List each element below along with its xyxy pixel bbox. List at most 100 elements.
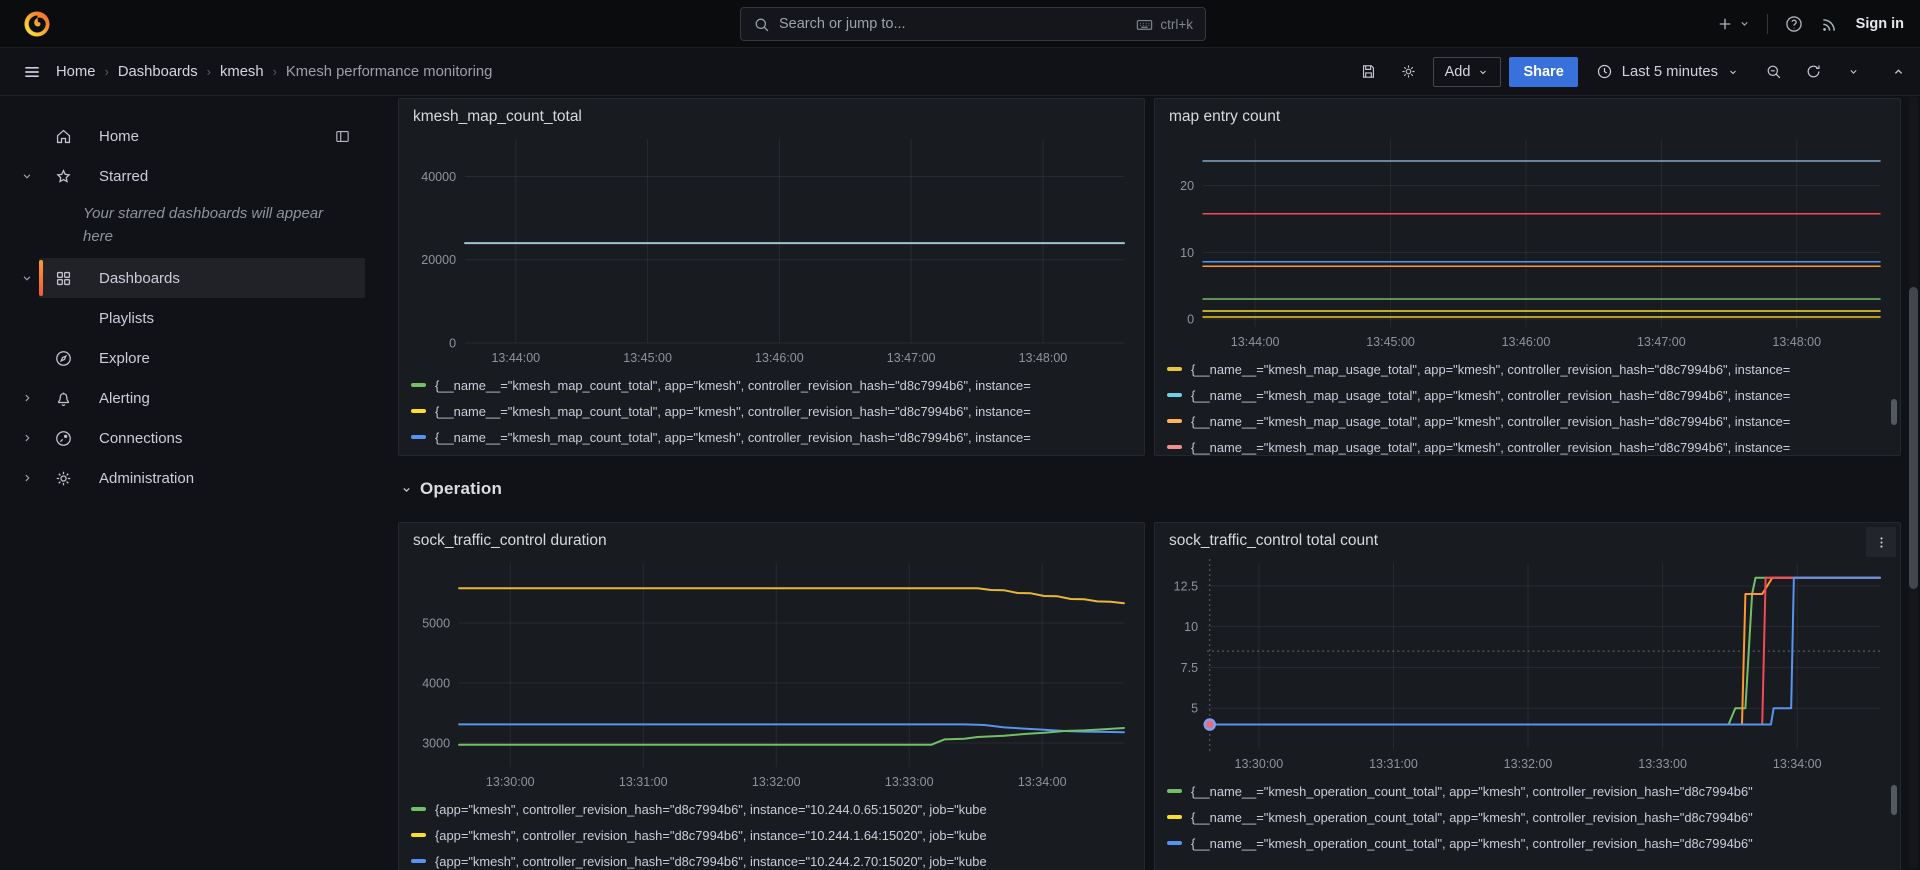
legend-row[interactable]: {app="kmesh", controller_revision_hash="… bbox=[411, 822, 1132, 848]
sidebar-item-connections[interactable]: Connections bbox=[0, 418, 376, 458]
svg-text:13:31:00: 13:31:00 bbox=[1369, 757, 1418, 771]
sidebar-item-home[interactable]: Home bbox=[0, 116, 376, 156]
section-title: Operation bbox=[420, 479, 502, 499]
sidebar-item-explore[interactable]: Explore bbox=[0, 338, 376, 378]
legend-series-marker bbox=[411, 435, 426, 439]
sidebar-item-surface[interactable]: Connections bbox=[39, 418, 365, 458]
chevron-up-icon[interactable] bbox=[1891, 64, 1906, 79]
svg-text:0: 0 bbox=[1187, 313, 1194, 327]
legend-series-marker bbox=[411, 859, 426, 863]
clock-icon bbox=[1596, 63, 1613, 80]
svg-text:10: 10 bbox=[1180, 246, 1194, 260]
breadcrumb-dashboards[interactable]: Dashboards bbox=[118, 64, 198, 80]
menu-icon[interactable] bbox=[22, 62, 42, 82]
legend-row[interactable]: {__name__="kmesh_map_usage_total", app="… bbox=[1167, 408, 1888, 434]
panel-sock-traffic-control-duration: sock_traffic_control duration 13:30:0013… bbox=[398, 522, 1145, 870]
svg-text:20000: 20000 bbox=[421, 253, 456, 267]
dashboard-settings-button[interactable] bbox=[1393, 57, 1425, 87]
share-button[interactable]: Share bbox=[1509, 57, 1577, 87]
legend-row[interactable]: {__name__="kmesh_map_count_total", app="… bbox=[411, 372, 1132, 398]
sidebar-item-surface[interactable]: Playlists bbox=[39, 298, 365, 338]
rss-icon[interactable] bbox=[1820, 14, 1840, 34]
grafana-logo[interactable] bbox=[22, 9, 52, 39]
legend-series-label: {__name__="kmesh_map_count_total", app="… bbox=[435, 430, 1031, 445]
svg-text:7.5: 7.5 bbox=[1181, 661, 1198, 675]
sidebar-item-label: Administration bbox=[99, 470, 194, 487]
sidebar-item-dashboards[interactable]: Dashboards bbox=[0, 258, 376, 298]
page-scrollbar-thumb[interactable] bbox=[1909, 287, 1918, 589]
chevron-right-icon[interactable] bbox=[14, 391, 39, 405]
breadcrumb-folder[interactable]: kmesh bbox=[220, 64, 264, 80]
sidebar-item-surface[interactable]: Explore bbox=[39, 338, 365, 378]
sidebar-item-label: Dashboards bbox=[99, 270, 180, 287]
dock-panel-icon[interactable] bbox=[334, 128, 351, 145]
legend-row[interactable]: {__name__="kmesh_operation_count_total",… bbox=[1167, 778, 1888, 804]
svg-text:3000: 3000 bbox=[422, 737, 450, 751]
legend-series-label: {__name__="kmesh_map_usage_total", app="… bbox=[1191, 414, 1790, 429]
legend-row[interactable]: {__name__="kmesh_operation_count_total",… bbox=[1167, 804, 1888, 830]
legend-series-marker bbox=[411, 833, 426, 837]
breadcrumb-separator: › bbox=[273, 64, 277, 79]
sidebar-item-playlists[interactable]: Playlists bbox=[0, 298, 376, 338]
sidebar-nav: HomeStarredYour starred dashboards will … bbox=[0, 96, 376, 870]
timeseries-chart[interactable]: 13:30:0013:31:0013:32:0013:33:0013:34:00… bbox=[411, 553, 1132, 793]
breadcrumb-home[interactable]: Home bbox=[56, 64, 95, 80]
panel-title[interactable]: sock_traffic_control total count bbox=[1169, 532, 1888, 550]
new-button[interactable] bbox=[1716, 15, 1751, 33]
legend-series-label: {__name__="kmesh_map_count_total", app="… bbox=[435, 378, 1031, 393]
time-range-picker[interactable]: Last 5 minutes bbox=[1586, 57, 1749, 87]
sidebar-item-surface[interactable]: Administration bbox=[39, 458, 365, 498]
kebab-icon bbox=[1874, 535, 1889, 550]
timeseries-chart[interactable]: 13:30:0013:31:0013:32:0013:33:0013:34:00… bbox=[1167, 553, 1888, 775]
legend-row[interactable]: {app="kmesh", controller_revision_hash="… bbox=[411, 796, 1132, 822]
chevron-right-icon[interactable] bbox=[14, 471, 39, 485]
panel-title[interactable]: kmesh_map_count_total bbox=[413, 108, 1132, 126]
breadcrumb-current: Kmesh performance monitoring bbox=[286, 64, 492, 80]
sidebar-item-surface[interactable]: Alerting bbox=[39, 378, 365, 418]
sidebar-item-administration[interactable]: Administration bbox=[0, 458, 376, 498]
panel-menu-button[interactable] bbox=[1866, 527, 1896, 557]
legend-scrollbar[interactable] bbox=[1891, 785, 1897, 815]
legend-scrollbar[interactable] bbox=[1891, 399, 1897, 425]
home-icon bbox=[52, 127, 74, 146]
zoom-out-time-button[interactable] bbox=[1757, 57, 1789, 87]
plus-icon bbox=[1716, 15, 1734, 33]
chevron-down-icon[interactable] bbox=[14, 169, 39, 183]
top-header: ctrl+k Sign in bbox=[0, 0, 1920, 48]
legend-row[interactable]: {__name__="kmesh_map_count_total", app="… bbox=[411, 424, 1132, 450]
svg-text:12.5: 12.5 bbox=[1174, 579, 1198, 593]
panel-title[interactable]: map entry count bbox=[1169, 108, 1888, 126]
help-icon[interactable] bbox=[1784, 14, 1804, 34]
panel-title[interactable]: sock_traffic_control duration bbox=[413, 532, 1132, 550]
panel-sock-traffic-control-total-count: sock_traffic_control total count 13:30:0… bbox=[1154, 522, 1901, 870]
search-input[interactable] bbox=[779, 16, 1126, 32]
plug-icon bbox=[52, 429, 74, 448]
sidebar-item-surface[interactable]: Home bbox=[39, 116, 365, 156]
legend-series-marker bbox=[1167, 815, 1182, 819]
chevron-down-icon[interactable] bbox=[14, 271, 39, 285]
add-button[interactable]: Add bbox=[1433, 57, 1502, 87]
legend-row[interactable]: {__name__="kmesh_map_count_total", app="… bbox=[411, 398, 1132, 424]
sign-in-button[interactable]: Sign in bbox=[1856, 16, 1904, 32]
sidebar-item-starred[interactable]: Starred bbox=[0, 156, 376, 196]
legend-row[interactable]: {__name__="kmesh_map_usage_total", app="… bbox=[1167, 382, 1888, 408]
refresh-button[interactable] bbox=[1797, 57, 1829, 87]
chevron-right-icon[interactable] bbox=[14, 431, 39, 445]
sidebar-item-surface[interactable]: Starred bbox=[39, 156, 365, 196]
global-search[interactable]: ctrl+k bbox=[740, 7, 1206, 41]
legend-row[interactable]: {__name__="kmesh_operation_count_total",… bbox=[1167, 830, 1888, 856]
sidebar-item-alerting[interactable]: Alerting bbox=[0, 378, 376, 418]
panel-map-entry-count: map entry count 13:44:0013:45:0013:46:00… bbox=[1154, 98, 1901, 456]
breadcrumb-separator: › bbox=[207, 64, 211, 79]
svg-text:13:31:00: 13:31:00 bbox=[619, 775, 668, 789]
timeseries-chart[interactable]: 13:44:0013:45:0013:46:0013:47:0013:48:00… bbox=[411, 129, 1132, 369]
legend-row[interactable]: {app="kmesh", controller_revision_hash="… bbox=[411, 848, 1132, 870]
sidebar-item-surface[interactable]: Dashboards bbox=[39, 258, 365, 298]
section-row-operation[interactable]: Operation bbox=[400, 475, 1901, 503]
svg-text:13:44:00: 13:44:00 bbox=[1231, 335, 1280, 349]
legend-row[interactable]: {__name__="kmesh_map_usage_total", app="… bbox=[1167, 434, 1888, 456]
legend-row[interactable]: {__name__="kmesh_map_usage_total", app="… bbox=[1167, 356, 1888, 382]
refresh-interval-dropdown[interactable] bbox=[1837, 57, 1869, 87]
timeseries-chart[interactable]: 13:44:0013:45:0013:46:0013:47:0013:48:00… bbox=[1167, 129, 1888, 353]
save-dashboard-button[interactable] bbox=[1353, 57, 1385, 87]
